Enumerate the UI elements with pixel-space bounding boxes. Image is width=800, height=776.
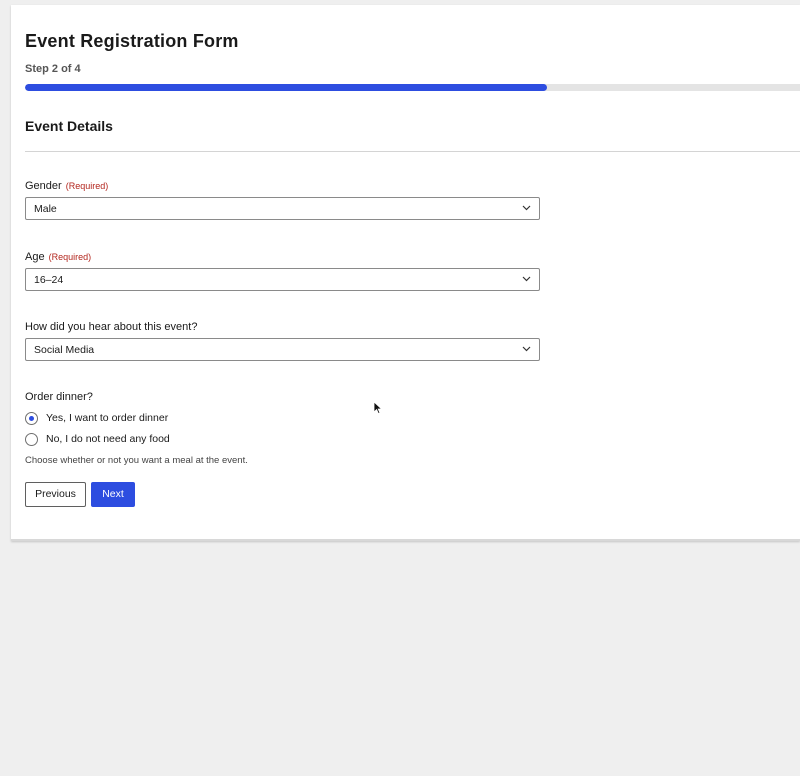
gender-select-value: Male [34, 203, 57, 215]
next-button[interactable]: Next [91, 482, 135, 507]
step-indicator: Step 2 of 4 [25, 63, 81, 75]
age-label: Age (Required) [25, 251, 91, 263]
age-required-tag: (Required) [48, 252, 92, 262]
registration-form-card: Event Registration Form Step 2 of 4 Even… [11, 5, 800, 541]
chevron-down-icon [522, 346, 531, 352]
radio-button[interactable] [25, 412, 38, 425]
source-select[interactable]: Social Media [25, 338, 540, 361]
source-label: How did you hear about this event? [25, 321, 197, 333]
section-title: Event Details [25, 118, 113, 134]
gender-required-tag: (Required) [65, 181, 109, 191]
gender-select[interactable]: Male [25, 197, 540, 220]
age-label-text: Age [25, 251, 45, 263]
age-select[interactable]: 16–24 [25, 268, 540, 291]
chevron-down-icon [522, 205, 531, 211]
chevron-down-icon [522, 276, 531, 282]
radio-button[interactable] [25, 433, 38, 446]
progress-bar-fill [25, 84, 547, 91]
gender-label-text: Gender [25, 180, 62, 192]
section-divider [25, 151, 800, 152]
previous-button[interactable]: Previous [25, 482, 86, 507]
dinner-label: Order dinner? [25, 391, 93, 403]
source-select-value: Social Media [34, 344, 95, 356]
dinner-option-no-label: No, I do not need any food [46, 433, 170, 445]
dinner-hint: Choose whether or not you want a meal at… [25, 455, 248, 466]
gender-label: Gender (Required) [25, 180, 108, 192]
mouse-cursor-icon [373, 401, 383, 415]
progress-bar [25, 84, 800, 91]
age-select-value: 16–24 [34, 274, 64, 286]
form-title: Event Registration Form [25, 31, 239, 51]
source-label-text: How did you hear about this event? [25, 321, 198, 333]
dinner-option-yes-label: Yes, I want to order dinner [46, 412, 169, 424]
